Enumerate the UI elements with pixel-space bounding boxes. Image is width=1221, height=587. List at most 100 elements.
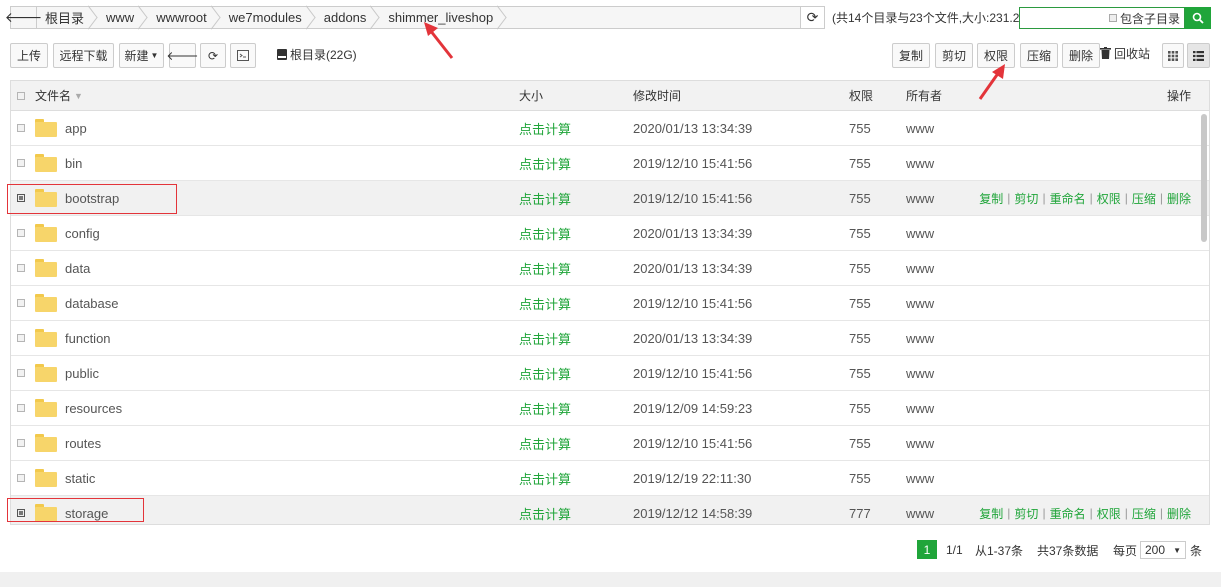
file-name-cell[interactable]: bootstrap <box>35 181 119 215</box>
row-action-link[interactable]: 压缩 <box>1132 190 1156 207</box>
file-name-cell[interactable]: routes <box>35 426 101 460</box>
perm-cell[interactable]: 755 <box>849 321 871 355</box>
breadcrumb-item[interactable]: wwwroot <box>148 7 221 28</box>
size-calc-link[interactable]: 点击计算 <box>519 426 571 460</box>
breadcrumb-item[interactable]: 根目录 <box>37 7 98 28</box>
row-action-link[interactable]: 权限 <box>1097 505 1121 522</box>
file-name-cell[interactable]: static <box>35 461 95 495</box>
recycle-bin-button[interactable]: 回收站 <box>1100 44 1158 62</box>
disk-indicator[interactable]: 根目录(22G) <box>277 46 357 63</box>
row-action-link[interactable]: 复制 <box>979 505 1003 522</box>
row-action-link[interactable]: 删除 <box>1167 505 1191 522</box>
file-name-cell[interactable]: config <box>35 216 100 250</box>
list-view-icon[interactable] <box>1187 43 1210 68</box>
row-checkbox[interactable] <box>17 181 29 215</box>
row-checkbox[interactable] <box>17 461 29 495</box>
search-button[interactable] <box>1185 7 1211 29</box>
row-checkbox[interactable] <box>17 216 29 250</box>
size-calc-link[interactable]: 点击计算 <box>519 321 571 355</box>
table-row[interactable]: storage 点击计算 2019/12/12 14:58:39 777 www 复制 | 剪… <box>11 496 1209 524</box>
file-name-cell[interactable]: storage <box>35 496 108 524</box>
row-action-link[interactable]: 剪切 <box>1014 190 1038 207</box>
scrollbar-thumb[interactable] <box>1201 114 1207 242</box>
search-input[interactable]: 包含子目录 <box>1019 7 1185 29</box>
table-row[interactable]: config 点击计算 2020/01/13 13:34:39 755 www <box>11 216 1209 251</box>
row-checkbox[interactable] <box>17 426 29 460</box>
table-row[interactable]: app 点击计算 2020/01/13 13:34:39 755 www <box>11 111 1209 146</box>
grid-view-icon[interactable] <box>1162 43 1184 68</box>
table-row[interactable]: function 点击计算 2020/01/13 13:34:39 755 www <box>11 321 1209 356</box>
include-subdir-checkbox[interactable]: 包含子目录 <box>1108 10 1180 27</box>
table-row[interactable]: bootstrap 点击计算 2019/12/10 15:41:56 755 www 复制… <box>11 181 1209 216</box>
copy-button[interactable]: 复制 <box>892 43 930 68</box>
perm-cell[interactable]: 755 <box>849 461 871 495</box>
file-name-cell[interactable]: function <box>35 321 111 355</box>
file-name-cell[interactable]: app <box>35 111 87 145</box>
row-checkbox[interactable] <box>17 146 29 180</box>
table-row[interactable]: static 点击计算 2019/12/19 22:11:30 755 www <box>11 461 1209 496</box>
row-checkbox[interactable] <box>17 251 29 285</box>
remote-download-button[interactable]: 远程下载 <box>53 43 114 68</box>
go-up-icon[interactable]: 🡐 <box>166 43 199 68</box>
delete-button[interactable]: 删除 <box>1062 43 1100 68</box>
row-checkbox[interactable] <box>17 391 29 425</box>
page-current[interactable]: 1 <box>917 540 937 559</box>
row-action-link[interactable]: 重命名 <box>1050 505 1086 522</box>
perm-cell[interactable]: 755 <box>849 391 871 425</box>
size-calc-link[interactable]: 点击计算 <box>519 111 571 145</box>
back-arrow-icon[interactable]: 🡐 <box>5 7 42 28</box>
table-row[interactable]: public 点击计算 2019/12/10 15:41:56 755 www <box>11 356 1209 391</box>
breadcrumb-item[interactable]: we7modules <box>221 7 316 28</box>
breadcrumb-item[interactable]: addons <box>316 7 381 28</box>
header-name[interactable]: 文件名 ▼ <box>35 81 83 110</box>
file-name-cell[interactable]: public <box>35 356 99 390</box>
row-action-link[interactable]: 剪切 <box>1014 505 1038 522</box>
row-checkbox[interactable] <box>17 496 29 524</box>
table-row[interactable]: data 点击计算 2020/01/13 13:34:39 755 www <box>11 251 1209 286</box>
refresh-icon[interactable]: ⟳ <box>200 43 226 68</box>
terminal-icon[interactable] <box>230 43 256 68</box>
size-calc-link[interactable]: 点击计算 <box>519 181 571 215</box>
file-name-cell[interactable]: bin <box>35 146 82 180</box>
cut-button[interactable]: 剪切 <box>935 43 973 68</box>
row-checkbox[interactable] <box>17 321 29 355</box>
table-row[interactable]: database 点击计算 2019/12/10 15:41:56 755 www <box>11 286 1209 321</box>
file-name-cell[interactable]: data <box>35 251 90 285</box>
perm-cell[interactable]: 755 <box>849 251 871 285</box>
size-calc-link[interactable]: 点击计算 <box>519 216 571 250</box>
table-row[interactable]: routes 点击计算 2019/12/10 15:41:56 755 www <box>11 426 1209 461</box>
compress-button[interactable]: 压缩 <box>1020 43 1058 68</box>
upload-button[interactable]: 上传 <box>10 43 48 68</box>
row-checkbox[interactable] <box>17 286 29 320</box>
perm-cell[interactable]: 755 <box>849 146 871 180</box>
size-calc-link[interactable]: 点击计算 <box>519 461 571 495</box>
row-checkbox[interactable] <box>17 111 29 145</box>
perm-cell[interactable]: 755 <box>849 181 871 215</box>
table-row[interactable]: resources 点击计算 2019/12/09 14:59:23 755 www <box>11 391 1209 426</box>
breadcrumb-item[interactable]: www <box>98 7 148 28</box>
row-action-link[interactable]: 删除 <box>1167 190 1191 207</box>
perm-cell[interactable]: 755 <box>849 286 871 320</box>
size-calc-link[interactable]: 点击计算 <box>519 391 571 425</box>
new-dropdown-button[interactable]: 新建 ▼ <box>119 43 164 68</box>
row-action-link[interactable]: 压缩 <box>1132 505 1156 522</box>
table-row[interactable]: bin 点击计算 2019/12/10 15:41:56 755 www <box>11 146 1209 181</box>
perm-cell[interactable]: 777 <box>849 496 871 524</box>
perm-cell[interactable]: 755 <box>849 356 871 390</box>
file-name-cell[interactable]: database <box>35 286 119 320</box>
per-page-select[interactable]: 200 ▼ <box>1140 541 1186 559</box>
row-action-link[interactable]: 复制 <box>979 190 1003 207</box>
perm-cell[interactable]: 755 <box>849 216 871 250</box>
select-all-checkbox[interactable] <box>17 81 29 110</box>
size-calc-link[interactable]: 点击计算 <box>519 356 571 390</box>
size-calc-link[interactable]: 点击计算 <box>519 251 571 285</box>
size-calc-link[interactable]: 点击计算 <box>519 286 571 320</box>
row-action-link[interactable]: 权限 <box>1097 190 1121 207</box>
row-action-link[interactable]: 重命名 <box>1050 190 1086 207</box>
perm-cell[interactable]: 755 <box>849 111 871 145</box>
row-checkbox[interactable] <box>17 356 29 390</box>
size-calc-link[interactable]: 点击计算 <box>519 496 571 524</box>
file-name-cell[interactable]: resources <box>35 391 122 425</box>
refresh-path-icon[interactable]: ⟳ <box>800 7 824 28</box>
perm-cell[interactable]: 755 <box>849 426 871 460</box>
